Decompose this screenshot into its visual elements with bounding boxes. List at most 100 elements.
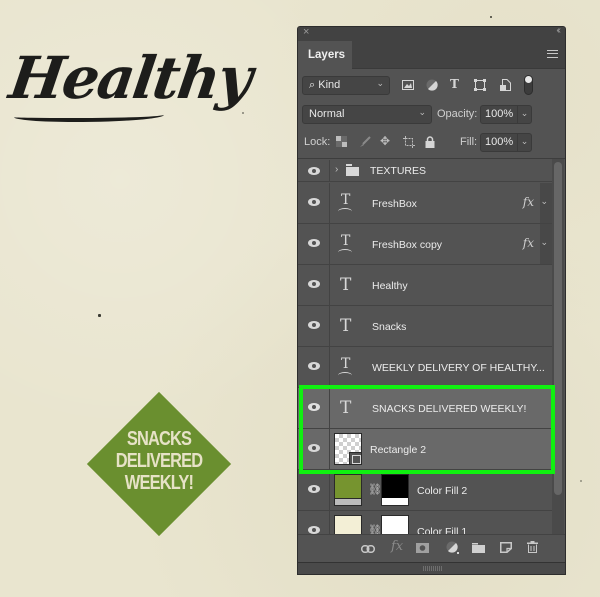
collapse-icon[interactable]: ‹‹ bbox=[556, 27, 560, 36]
chevron-right-icon[interactable]: › bbox=[335, 164, 338, 175]
scrollbar-thumb[interactable] bbox=[554, 162, 562, 495]
texture-speck bbox=[490, 16, 492, 18]
visibility-toggle[interactable] bbox=[298, 429, 330, 469]
layers-panel: × ‹‹ Layers ⌕ Kind ⌄ T Normal ⌄ Opacity:… bbox=[297, 26, 566, 575]
layer-row-weekly-delivery[interactable]: T WEEKLY DELIVERY OF HEALTHY... bbox=[298, 347, 552, 388]
opacity-input[interactable]: 100% bbox=[480, 105, 518, 124]
eye-icon bbox=[308, 321, 320, 329]
texture-speck bbox=[98, 314, 101, 317]
visibility-toggle[interactable] bbox=[298, 183, 330, 223]
visibility-toggle[interactable] bbox=[298, 470, 330, 510]
lock-all-icon[interactable] bbox=[425, 136, 435, 151]
mask-thumbnail bbox=[381, 474, 409, 506]
panel-menu-icon[interactable] bbox=[547, 50, 558, 58]
chevron-down-icon: ⌄ bbox=[418, 107, 426, 117]
layer-name: Color Fill 2 bbox=[417, 485, 468, 497]
badge-text: SNACKS DELIVERED WEEKLY! bbox=[100, 428, 218, 494]
fx-icon[interactable]: fx bbox=[523, 236, 534, 250]
new-layer-icon[interactable] bbox=[500, 541, 512, 556]
visibility-toggle[interactable] bbox=[298, 306, 330, 346]
eye-icon bbox=[308, 280, 320, 288]
chevron-down-icon[interactable]: ⌄ bbox=[540, 237, 548, 248]
layer-row-color-fill-2[interactable]: ⛓ Color Fill 2 bbox=[298, 470, 552, 511]
blend-mode-select[interactable]: Normal ⌄ bbox=[302, 105, 432, 124]
adjustment-filter-icon[interactable] bbox=[426, 79, 438, 94]
blend-row: Normal ⌄ Opacity: 100% ⌄ bbox=[302, 105, 562, 125]
chevron-down-icon[interactable]: ⌄ bbox=[540, 196, 548, 207]
filter-kind-label: Kind bbox=[318, 79, 341, 91]
opacity-label: Opacity: bbox=[437, 108, 478, 120]
visibility-toggle[interactable] bbox=[298, 224, 330, 264]
mask-link-icon[interactable]: ⛓ bbox=[368, 483, 382, 496]
text-layer-icon: T bbox=[340, 316, 352, 336]
lock-row: Lock: ✥ Fill: 100% ⌄ bbox=[302, 133, 562, 153]
divider bbox=[298, 158, 565, 159]
blend-mode-value: Normal bbox=[309, 108, 345, 120]
new-group-icon[interactable] bbox=[472, 541, 485, 556]
opacity-dropdown-button[interactable]: ⌄ bbox=[517, 105, 532, 124]
layer-name: SNACKS DELIVERED WEEKLY! bbox=[372, 403, 527, 415]
lock-image-pixels-icon[interactable] bbox=[359, 136, 371, 151]
eye-icon bbox=[308, 198, 320, 206]
panel-resize-handle[interactable] bbox=[298, 562, 565, 574]
filter-kind-select[interactable]: ⌕ Kind ⌄ bbox=[302, 76, 390, 95]
texture-speck bbox=[580, 480, 582, 482]
layer-row-textures[interactable]: › TEXTURES bbox=[298, 160, 552, 182]
link-layers-icon[interactable] bbox=[361, 541, 375, 556]
shape-filter-icon[interactable] bbox=[474, 79, 486, 94]
lock-artboard-icon[interactable] bbox=[403, 136, 415, 151]
warped-text-icon: T bbox=[337, 233, 353, 250]
healthy-title-art: Healthy bbox=[5, 44, 255, 112]
grip-icon bbox=[423, 566, 443, 571]
adjustment-layer-icon[interactable] bbox=[446, 541, 460, 557]
fill-label: Fill: bbox=[460, 136, 478, 148]
panel-footer: fx bbox=[298, 534, 565, 562]
eye-icon bbox=[308, 403, 320, 411]
fill-dropdown-button[interactable]: ⌄ bbox=[517, 133, 532, 152]
layers-scrollbar[interactable] bbox=[552, 159, 564, 546]
text-layer-icon: T bbox=[340, 275, 352, 295]
badge-line: SNACKS bbox=[126, 428, 192, 450]
texture-speck bbox=[242, 112, 244, 114]
panel-titlebar: × ‹‹ bbox=[298, 27, 565, 41]
layer-row-snacks[interactable]: T Snacks bbox=[298, 306, 552, 347]
shape-icon bbox=[349, 452, 362, 465]
layer-name: WEEKLY DELIVERY OF HEALTHY... bbox=[372, 362, 545, 374]
fill-input[interactable]: 100% bbox=[480, 133, 518, 152]
lock-transparent-pixels-icon[interactable] bbox=[336, 136, 347, 150]
delete-layer-icon[interactable] bbox=[527, 541, 538, 556]
layer-name: Healthy bbox=[372, 280, 408, 292]
snacks-badge: SNACKS DELIVERED WEEKLY! bbox=[86, 391, 232, 537]
layer-name: TEXTURES bbox=[370, 165, 427, 177]
layer-row-freshbox-copy[interactable]: T FreshBox copy fx ⌄ bbox=[298, 224, 552, 265]
eye-icon bbox=[308, 444, 320, 452]
layer-name: FreshBox copy bbox=[372, 239, 443, 251]
eye-icon bbox=[308, 362, 320, 370]
type-filter-icon[interactable]: T bbox=[450, 77, 459, 91]
layer-row-snacks-delivered-weekly[interactable]: T SNACKS DELIVERED WEEKLY! bbox=[298, 388, 552, 429]
add-mask-icon[interactable] bbox=[416, 541, 429, 556]
fill-indicator bbox=[335, 498, 361, 505]
layer-row-freshbox[interactable]: T FreshBox fx ⌄ bbox=[298, 183, 552, 224]
folder-icon bbox=[346, 164, 359, 176]
pixel-filter-icon[interactable] bbox=[402, 79, 414, 93]
filter-toggle[interactable] bbox=[524, 75, 533, 95]
layer-row-rectangle-2[interactable]: Rectangle 2 bbox=[298, 429, 552, 470]
tab-layers[interactable]: Layers bbox=[298, 41, 352, 70]
fx-icon[interactable]: fx bbox=[523, 195, 534, 209]
close-icon[interactable]: × bbox=[303, 27, 309, 38]
warped-text-icon: T bbox=[337, 192, 353, 209]
smart-object-filter-icon[interactable] bbox=[500, 79, 511, 94]
layer-row-healthy[interactable]: T Healthy bbox=[298, 265, 552, 306]
eye-icon bbox=[308, 239, 320, 247]
visibility-toggle[interactable] bbox=[298, 347, 330, 387]
visibility-toggle[interactable] bbox=[298, 388, 330, 428]
fx-icon[interactable]: fx bbox=[391, 539, 403, 554]
visibility-toggle[interactable] bbox=[298, 265, 330, 305]
lock-position-icon[interactable]: ✥ bbox=[380, 134, 390, 148]
fill-thumbnail bbox=[334, 474, 362, 506]
layer-name: Rectangle 2 bbox=[370, 444, 427, 456]
visibility-toggle[interactable] bbox=[298, 160, 330, 182]
badge-line: WEEKLY! bbox=[124, 472, 194, 494]
eye-icon bbox=[308, 167, 320, 175]
